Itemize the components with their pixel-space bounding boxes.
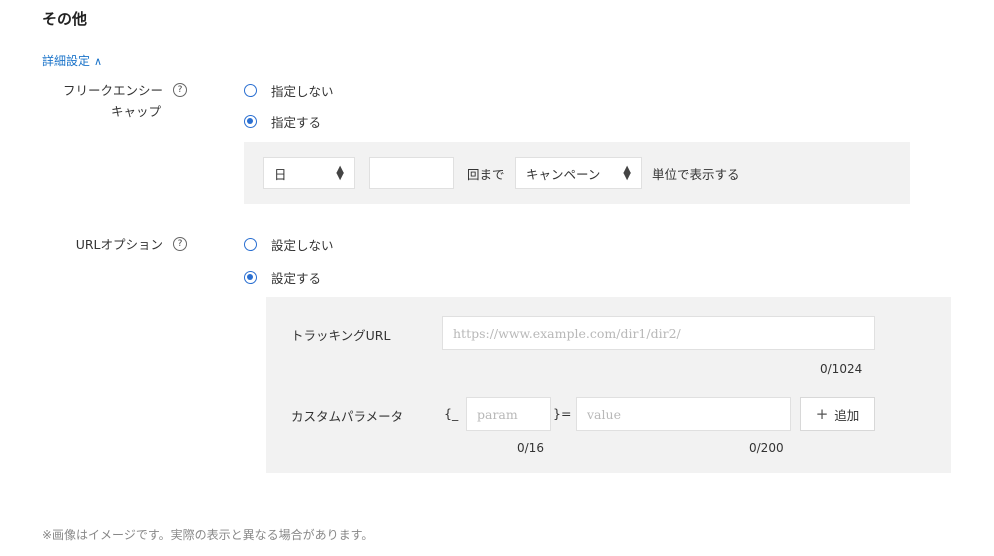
add-param-button[interactable]: + 追加 [800,397,875,431]
frequency-cap-label-line2: キャップ [110,104,161,119]
unit-suffix-label: 単位で表示する [652,167,740,182]
radio-checked[interactable] [244,115,257,128]
help-icon[interactable]: ? [173,236,187,251]
unit-select[interactable]: キャンペーン ▲ ▼ [515,157,642,189]
url-option-none[interactable]: 設定しない [244,235,334,254]
sort-arrows-icon: ▲ ▼ [336,164,344,182]
url-option-set[interactable]: 設定する [244,268,321,287]
radio-label: 設定しない [271,238,334,253]
radio-checked[interactable] [244,271,257,284]
help-icon[interactable]: ? [173,82,187,97]
param-prefix: {_ [444,406,459,421]
details-label: 詳細設定 [42,54,91,68]
tracking-url-placeholder: https://www.example.com/dir1/dir2/ [453,325,681,341]
tracking-url-counter: 0/1024 [820,362,863,376]
footnote: ※画像はイメージです。実際の表示と異なる場合があります。 [42,528,374,542]
param-placeholder: param [477,406,518,422]
custom-param-label: カスタムパラメータ [291,409,404,424]
radio-label: 指定する [271,115,322,130]
frequency-cap-option-specify[interactable]: 指定する [244,112,321,131]
sort-arrows-icon: ▲ ▼ [623,164,631,182]
url-option-label-text: URLオプション [75,237,163,252]
period-select[interactable]: 日 ▲ ▼ [263,157,355,189]
period-select-value: 日 [274,166,287,182]
frequency-count-input[interactable] [369,157,454,189]
param-counter: 0/16 [517,441,544,455]
frequency-cap-label: フリークエンシー ? キャップ [42,80,187,120]
radio-unchecked[interactable] [244,84,257,97]
url-option-label: URLオプション ? [42,234,187,253]
tracking-url-input[interactable]: https://www.example.com/dir1/dir2/ [442,316,875,350]
param-value-input[interactable]: value [576,397,791,431]
chevron-up-icon: ∧ [94,55,103,68]
plus-icon: + [815,405,829,423]
times-label: 回まで [467,167,505,182]
frequency-cap-option-none[interactable]: 指定しない [244,81,334,100]
param-middle: }= [553,406,572,421]
details-toggle[interactable]: 詳細設定 ∧ [42,52,102,69]
tracking-url-label: トラッキングURL [291,328,391,343]
section-title: その他 [42,10,88,28]
radio-label: 設定する [271,271,322,286]
radio-unchecked[interactable] [244,238,257,251]
param-input[interactable]: param [466,397,551,431]
frequency-cap-label-line1: フリークエンシー [62,83,163,98]
add-button-label: 追加 [834,407,860,423]
value-counter: 0/200 [749,441,784,455]
radio-label: 指定しない [271,84,334,99]
param-value-placeholder: value [587,406,621,422]
unit-select-value: キャンペーン [526,166,601,182]
